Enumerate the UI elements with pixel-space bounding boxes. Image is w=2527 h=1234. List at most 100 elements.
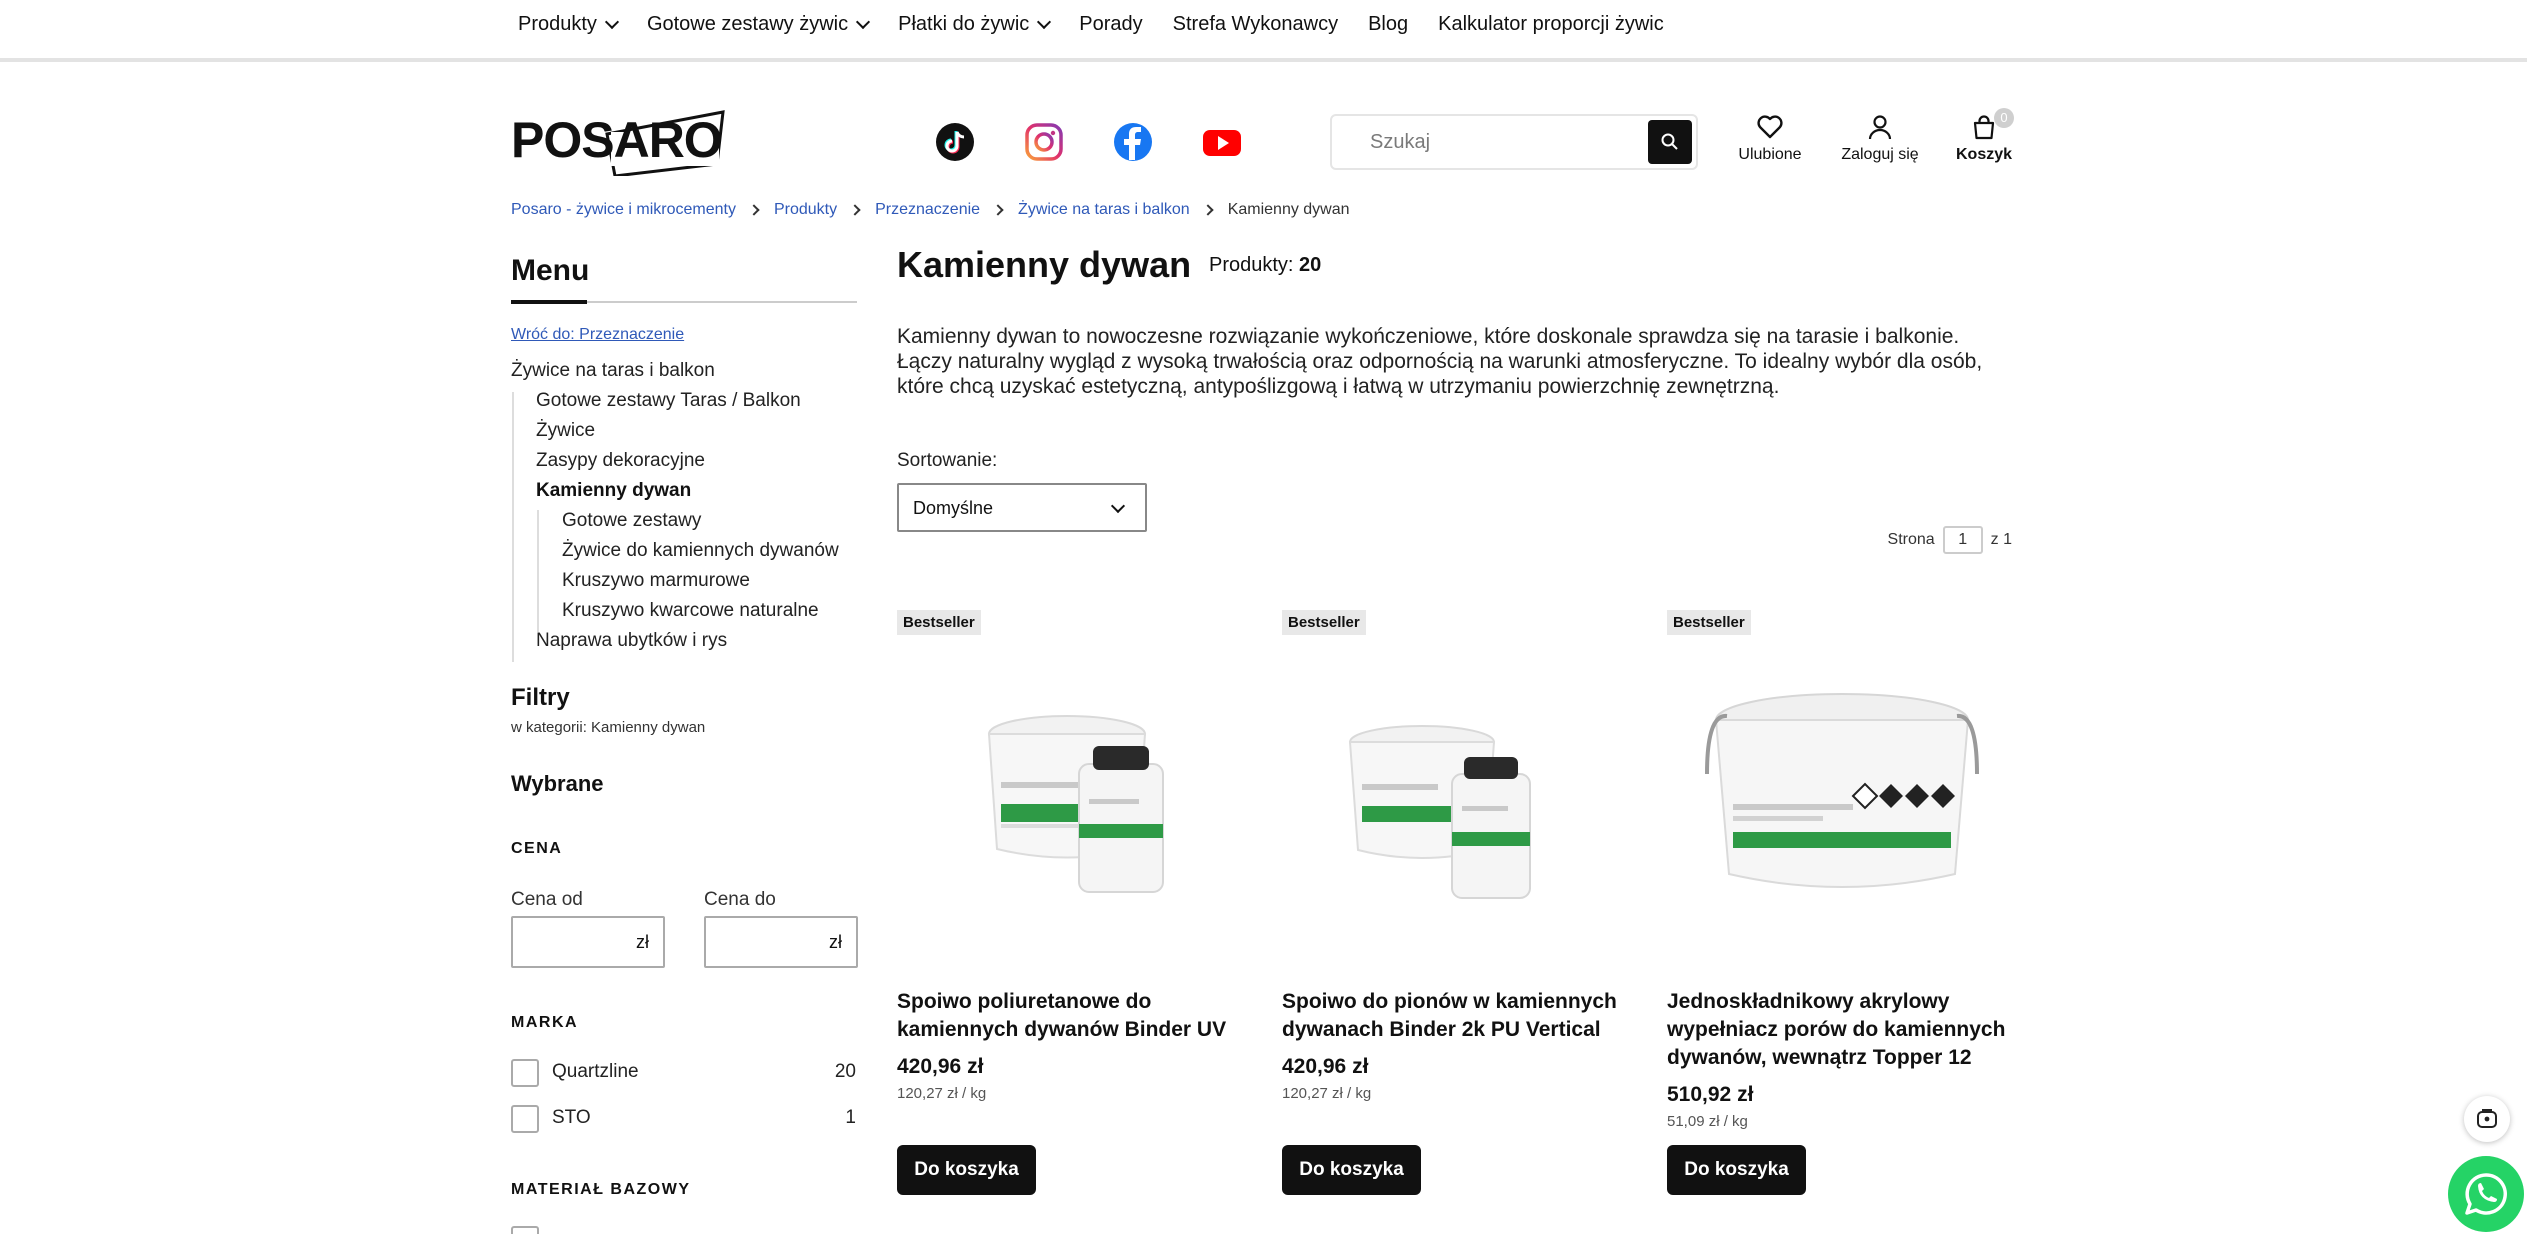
add-to-cart-button[interactable]: Do koszyka — [1282, 1145, 1421, 1195]
chevron-down-icon — [604, 14, 620, 29]
top-navigation: Produkty Gotowe zestawy żywic Płatki do … — [0, 0, 2527, 62]
chat-button[interactable] — [2464, 1096, 2510, 1142]
search-button[interactable] — [1648, 120, 1692, 164]
login-button[interactable]: Zaloguj się — [1840, 114, 1920, 164]
product-unit-price: 120,27 zł / kg — [897, 1085, 987, 1102]
cart-label: Koszyk — [1955, 146, 2013, 163]
filters-title: Filtry — [511, 684, 570, 711]
bestseller-badge: Bestseller — [897, 610, 981, 635]
page-label: Strona — [1887, 531, 1935, 548]
nav-label: Produkty — [518, 12, 597, 35]
brand-checkbox-sto[interactable] — [511, 1105, 539, 1133]
instagram-icon[interactable] — [1024, 122, 1064, 162]
nav-item-gotowe-zestawy[interactable]: Gotowe zestawy żywic — [646, 12, 871, 36]
sidebar-item-kamienny-dywan[interactable]: Kamienny dywan — [536, 480, 691, 502]
sort-select[interactable]: Domyślne — [897, 483, 1147, 532]
filter-section-price: CENA — [511, 840, 563, 857]
chat-icon — [2477, 1109, 2497, 1128]
breadcrumb-link-produkty[interactable]: Produkty — [774, 201, 837, 219]
sidebar-item-taras-balkon[interactable]: Żywice na taras i balkon — [511, 360, 715, 382]
product-price: 420,96 zł — [897, 1055, 984, 1078]
nav-label: Gotowe zestawy żywic — [646, 12, 849, 35]
youtube-icon[interactable] — [1202, 122, 1242, 162]
breadcrumb-current: Kamienny dywan — [1227, 201, 1350, 218]
divider — [511, 300, 587, 304]
selected-filters-title: Wybrane — [511, 771, 604, 796]
breadcrumb-link-przeznaczenie[interactable]: Przeznaczenie — [875, 201, 980, 219]
favorites-button[interactable]: Ulubione — [1738, 114, 1802, 164]
price-to-input[interactable]: zł — [704, 916, 858, 968]
nav-item-produkty[interactable]: Produkty — [518, 12, 620, 36]
price-to-label: Cena do — [704, 889, 776, 910]
currency-label: zł — [636, 932, 649, 952]
product-image[interactable] — [1667, 654, 2017, 944]
favorites-label: Ulubione — [1738, 146, 1802, 163]
currency-label: zł — [829, 932, 842, 952]
page-total: z 1 — [1990, 531, 2012, 548]
breadcrumb-link-home[interactable]: Posaro - żywice i mikrocementy — [511, 201, 736, 219]
nav-item-strefa-wykonawcy[interactable]: Strefa Wykonawcy — [1173, 13, 1338, 36]
sidebar-item-gotowe-zestawy[interactable]: Gotowe zestawy — [562, 510, 701, 532]
brand-label: Quartzline — [552, 1061, 639, 1082]
product-name[interactable]: Spoiwo poliuretanowe do kamiennych dywan… — [897, 988, 1247, 1044]
filter-section-brand: MARKA — [511, 1014, 579, 1031]
product-card[interactable]: Bestseller Spoiwo do pionów w kamiennych… — [1282, 610, 1632, 1200]
sidebar-item-zasypy[interactable]: Zasypy dekoracyjne — [536, 450, 705, 472]
nav-item-platki[interactable]: Płatki do żywic — [898, 13, 1052, 36]
user-icon — [1868, 115, 1892, 140]
sidebar-item-zywice[interactable]: Żywice — [536, 420, 595, 442]
product-name[interactable]: Spoiwo do pionów w kamiennych dywanach B… — [1282, 988, 1632, 1044]
chevron-down-icon — [1110, 498, 1126, 514]
posaro-logo[interactable]: POSARO — [511, 104, 726, 178]
nav-item-blog[interactable]: Blog — [1368, 13, 1408, 36]
bestseller-badge: Bestseller — [1282, 610, 1366, 635]
chevron-right-icon — [748, 204, 760, 216]
search-input[interactable] — [1370, 128, 1640, 156]
product-name[interactable]: Jednoskładnikowy akrylowy wypełniacz por… — [1667, 988, 2017, 1072]
products-count-label: Produkty: — [1209, 254, 1294, 276]
facebook-icon[interactable] — [1113, 122, 1153, 162]
sidebar-menu-title: Menu — [511, 254, 590, 287]
heart-icon — [1757, 115, 1783, 139]
product-price: 420,96 zł — [1282, 1055, 1369, 1078]
tiktok-icon[interactable] — [935, 122, 975, 162]
cart-count-badge: 0 — [1994, 108, 2014, 128]
add-to-cart-button[interactable]: Do koszyka — [1667, 1145, 1806, 1195]
product-card[interactable]: Bestseller Spoiwo poliuretanowe do kamie… — [897, 610, 1247, 1200]
whatsapp-button[interactable] — [2448, 1156, 2524, 1232]
price-from-label: Cena od — [511, 889, 583, 910]
add-to-cart-button[interactable]: Do koszyka — [897, 1145, 1036, 1195]
brand-checkbox-quartzline[interactable] — [511, 1059, 539, 1087]
nav-item-porady[interactable]: Porady — [1079, 13, 1142, 36]
nav-label: Kalkulator proporcji żywic — [1438, 12, 1664, 35]
product-image[interactable] — [897, 654, 1247, 944]
nav-item-kalkulator[interactable]: Kalkulator proporcji żywic — [1438, 13, 1664, 36]
sort-value: Domyślne — [913, 498, 994, 518]
products-count-value: 20 — [1299, 254, 1322, 276]
divider — [512, 392, 514, 662]
nav-label: Blog — [1368, 12, 1409, 35]
nav-label: Porady — [1079, 12, 1143, 35]
category-description: Kamienny dywan to nowoczesne rozwiązanie… — [897, 325, 1983, 398]
search-icon — [1661, 133, 1678, 150]
price-from-input[interactable]: zł — [511, 916, 665, 968]
material-checkbox[interactable] — [511, 1226, 539, 1234]
chevron-down-icon — [1037, 14, 1052, 29]
sidebar-item-naprawa[interactable]: Naprawa ubytków i rys — [536, 630, 727, 652]
product-price: 510,92 zł — [1667, 1083, 1754, 1106]
sidebar-item-kruszywo-kwarcowe[interactable]: Kruszywo kwarcowe naturalne — [562, 600, 819, 622]
product-unit-price: 120,27 zł / kg — [1282, 1085, 1372, 1102]
chevron-right-icon — [849, 204, 861, 216]
breadcrumb-link-taras[interactable]: Żywice na taras i balkon — [1018, 201, 1190, 219]
divider — [537, 510, 539, 632]
brand-count: 20 — [834, 1061, 856, 1082]
page-number-input[interactable]: 1 — [1942, 526, 1983, 554]
chevron-down-icon — [856, 14, 871, 29]
sidebar-item-gotowe-zestawy-taras[interactable]: Gotowe zestawy Taras / Balkon — [536, 390, 801, 412]
product-card[interactable]: Bestseller Jednoskładnikowy akrylowy wyp… — [1667, 610, 2017, 1200]
sidebar-item-zywice-dywanow[interactable]: Żywice do kamiennych dywanów — [562, 540, 839, 562]
filters-subtitle: w kategorii: Kamienny dywan — [511, 719, 706, 736]
product-image[interactable] — [1282, 654, 1632, 944]
sidebar-item-kruszywo-marmurowe[interactable]: Kruszywo marmurowe — [562, 570, 750, 592]
back-link[interactable]: Wróć do: Przeznaczenie — [511, 326, 684, 344]
